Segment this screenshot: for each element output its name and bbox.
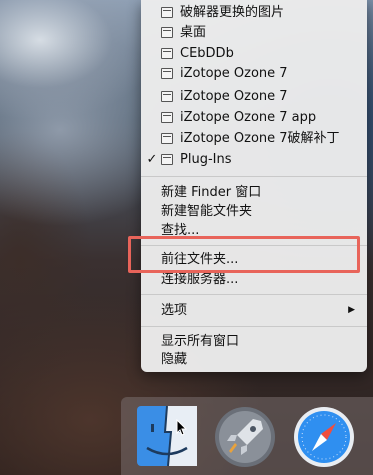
menu-item-label: iZotope Ozone 7 app [180,110,317,125]
menu-item-folder[interactable]: iZotope Ozone 7 [141,64,367,83]
folder-icon [161,112,173,123]
menu-item-label: Plug-Ins [180,152,232,167]
menu-item-label: 显示所有窗口 [161,334,240,349]
folder-icon [161,91,173,102]
menu-item-label: CEbDDb [180,46,234,61]
folder-icon [161,48,173,59]
menu-item-folder[interactable]: 破解器更换的图片 [141,3,367,22]
menu-item-folder-plug-ins[interactable]: ✓ Plug-Ins [141,150,367,169]
menu-item-label: 新建 Finder 窗口 [161,185,262,200]
menu-item-folder[interactable]: iZotope Ozone 7破解补丁 [141,129,367,148]
folder-icon [161,7,173,18]
menu-item-label: 破解器更换的图片 [180,5,285,20]
menu-item-label: iZotope Ozone 7 [180,66,288,81]
menu-item-folder[interactable]: iZotope Ozone 7 app [141,108,367,127]
menu-item-label: iZotope Ozone 7 [180,89,288,104]
folder-icon [161,154,173,165]
finder-dock-context-menu: 破解器更换的图片 桌面 CEbDDb iZotope Ozone 7 iZoto… [141,0,367,372]
mouse-cursor-icon [176,419,188,436]
menu-item-folder[interactable]: 桌面 [141,23,367,42]
menu-item-options[interactable]: 选项 ▶ [141,301,367,320]
menu-item-show-all-windows[interactable]: 显示所有窗口 [141,332,367,351]
folder-icon [161,27,173,38]
menu-item-label: 桌面 [180,25,207,40]
menu-item-label: 选项 [161,303,188,318]
menu-separator [141,326,367,327]
menu-item-label: iZotope Ozone 7破解补丁 [180,131,340,146]
launchpad-icon[interactable] [213,405,277,469]
folder-icon [161,68,173,79]
submenu-arrow-icon: ▶ [348,305,355,315]
folder-icon [161,133,173,144]
menu-separator [141,294,367,295]
finder-icon[interactable] [135,404,199,468]
checkmark-icon: ✓ [146,152,158,167]
menu-item-hide[interactable]: 隐藏 [141,350,367,369]
highlight-box [128,236,360,273]
menu-item-new-smart-folder[interactable]: 新建智能文件夹 [141,202,367,221]
menu-separator [141,176,367,177]
menu-item-label: 新建智能文件夹 [161,204,253,219]
menu-item-folder[interactable]: CEbDDb [141,44,367,63]
menu-item-folder[interactable]: iZotope Ozone 7 [141,87,367,106]
menu-item-new-finder-window[interactable]: 新建 Finder 窗口 [141,183,367,202]
menu-item-label: 隐藏 [161,352,188,367]
safari-icon[interactable] [292,405,356,469]
